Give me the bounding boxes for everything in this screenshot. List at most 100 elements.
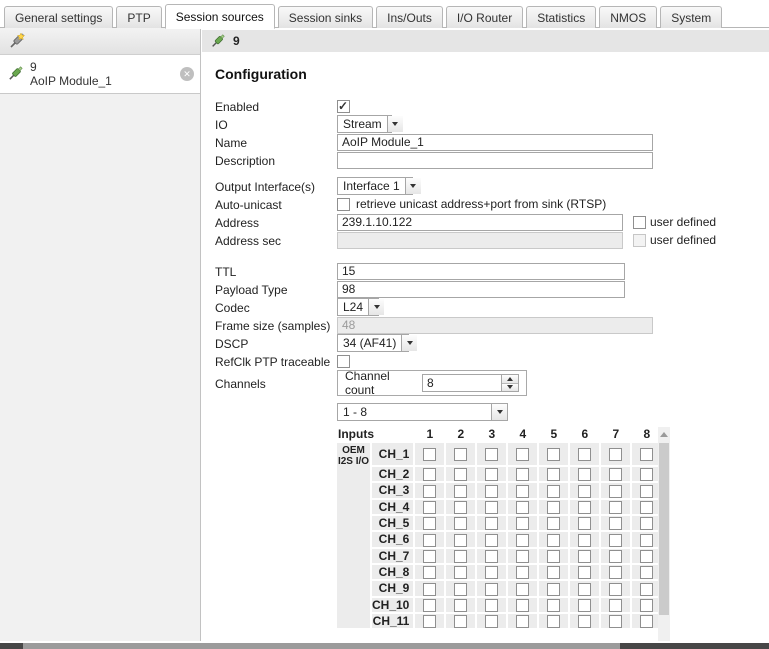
matrix-checkbox-ch_2-3[interactable] <box>485 468 498 481</box>
matrix-checkbox-ch_4-3[interactable] <box>485 501 498 514</box>
matrix-checkbox-ch_8-5[interactable] <box>547 566 560 579</box>
matrix-checkbox-ch_8-8[interactable] <box>640 566 653 579</box>
source-list-item[interactable]: 9 AoIP Module_1 ✕ <box>0 55 200 94</box>
matrix-checkbox-ch_11-7[interactable] <box>609 615 622 628</box>
matrix-checkbox-ch_4-2[interactable] <box>454 501 467 514</box>
matrix-checkbox-ch_7-3[interactable] <box>485 550 498 563</box>
matrix-checkbox-ch_3-5[interactable] <box>547 485 560 498</box>
matrix-checkbox-ch_7-4[interactable] <box>516 550 529 563</box>
payload-type-input[interactable]: 98 <box>337 281 625 298</box>
matrix-checkbox-ch_6-5[interactable] <box>547 534 560 547</box>
tab-ins-outs[interactable]: Ins/Outs <box>376 6 443 28</box>
matrix-checkbox-ch_1-3[interactable] <box>485 448 498 461</box>
matrix-checkbox-ch_4-8[interactable] <box>640 501 653 514</box>
scroll-up-icon[interactable] <box>658 427 670 441</box>
matrix-checkbox-ch_9-7[interactable] <box>609 583 622 596</box>
matrix-checkbox-ch_3-3[interactable] <box>485 485 498 498</box>
matrix-checkbox-ch_6-2[interactable] <box>454 534 467 547</box>
matrix-vertical-scrollbar[interactable] <box>658 427 670 641</box>
channel-count-input[interactable]: 8 <box>422 374 502 392</box>
matrix-checkbox-ch_5-2[interactable] <box>454 517 467 530</box>
matrix-checkbox-ch_5-7[interactable] <box>609 517 622 530</box>
matrix-checkbox-ch_5-3[interactable] <box>485 517 498 530</box>
matrix-checkbox-ch_7-1[interactable] <box>423 550 436 563</box>
refclk-checkbox[interactable] <box>337 355 350 368</box>
enabled-checkbox[interactable] <box>337 100 350 113</box>
matrix-checkbox-ch_8-1[interactable] <box>423 566 436 579</box>
description-input[interactable] <box>337 152 653 169</box>
matrix-checkbox-ch_7-2[interactable] <box>454 550 467 563</box>
matrix-checkbox-ch_6-8[interactable] <box>640 534 653 547</box>
matrix-checkbox-ch_4-4[interactable] <box>516 501 529 514</box>
matrix-checkbox-ch_9-4[interactable] <box>516 583 529 596</box>
matrix-checkbox-ch_4-6[interactable] <box>578 501 591 514</box>
add-source-button[interactable] <box>7 31 27 51</box>
matrix-checkbox-ch_3-8[interactable] <box>640 485 653 498</box>
matrix-checkbox-ch_10-8[interactable] <box>640 599 653 612</box>
matrix-checkbox-ch_1-1[interactable] <box>423 448 436 461</box>
matrix-checkbox-ch_1-8[interactable] <box>640 448 653 461</box>
matrix-checkbox-ch_10-4[interactable] <box>516 599 529 612</box>
matrix-checkbox-ch_9-3[interactable] <box>485 583 498 596</box>
matrix-checkbox-ch_11-1[interactable] <box>423 615 436 628</box>
matrix-checkbox-ch_8-7[interactable] <box>609 566 622 579</box>
matrix-checkbox-ch_9-8[interactable] <box>640 583 653 596</box>
matrix-checkbox-ch_8-4[interactable] <box>516 566 529 579</box>
address-input[interactable]: 239.1.10.122 <box>337 214 623 231</box>
matrix-checkbox-ch_2-7[interactable] <box>609 468 622 481</box>
matrix-checkbox-ch_5-6[interactable] <box>578 517 591 530</box>
matrix-checkbox-ch_5-1[interactable] <box>423 517 436 530</box>
tab-session-sinks[interactable]: Session sinks <box>278 6 373 28</box>
matrix-checkbox-ch_9-5[interactable] <box>547 583 560 596</box>
matrix-checkbox-ch_6-4[interactable] <box>516 534 529 547</box>
matrix-checkbox-ch_2-6[interactable] <box>578 468 591 481</box>
matrix-checkbox-ch_3-1[interactable] <box>423 485 436 498</box>
matrix-checkbox-ch_1-4[interactable] <box>516 448 529 461</box>
matrix-checkbox-ch_9-6[interactable] <box>578 583 591 596</box>
ttl-input[interactable]: 15 <box>337 263 625 280</box>
matrix-checkbox-ch_8-2[interactable] <box>454 566 467 579</box>
matrix-checkbox-ch_8-3[interactable] <box>485 566 498 579</box>
matrix-checkbox-ch_4-1[interactable] <box>423 501 436 514</box>
matrix-checkbox-ch_1-6[interactable] <box>578 448 591 461</box>
matrix-checkbox-ch_11-8[interactable] <box>640 615 653 628</box>
dscp-select[interactable]: 34 (AF41) <box>337 334 409 352</box>
matrix-checkbox-ch_6-6[interactable] <box>578 534 591 547</box>
matrix-checkbox-ch_7-6[interactable] <box>578 550 591 563</box>
matrix-checkbox-ch_10-3[interactable] <box>485 599 498 612</box>
auto-unicast-checkbox[interactable] <box>337 198 350 211</box>
address-user-defined-checkbox[interactable] <box>633 216 646 229</box>
name-input[interactable]: AoIP Module_1 <box>337 134 653 151</box>
matrix-checkbox-ch_8-6[interactable] <box>578 566 591 579</box>
matrix-checkbox-ch_6-3[interactable] <box>485 534 498 547</box>
matrix-checkbox-ch_6-1[interactable] <box>423 534 436 547</box>
matrix-checkbox-ch_11-2[interactable] <box>454 615 467 628</box>
matrix-checkbox-ch_11-5[interactable] <box>547 615 560 628</box>
matrix-checkbox-ch_7-7[interactable] <box>609 550 622 563</box>
spinner-up-button[interactable] <box>502 375 518 384</box>
matrix-checkbox-ch_11-3[interactable] <box>485 615 498 628</box>
matrix-checkbox-ch_1-2[interactable] <box>454 448 467 461</box>
tab-nmos[interactable]: NMOS <box>599 6 657 28</box>
matrix-checkbox-ch_3-4[interactable] <box>516 485 529 498</box>
matrix-checkbox-ch_10-2[interactable] <box>454 599 467 612</box>
matrix-checkbox-ch_3-7[interactable] <box>609 485 622 498</box>
matrix-checkbox-ch_3-6[interactable] <box>578 485 591 498</box>
matrix-checkbox-ch_2-4[interactable] <box>516 468 529 481</box>
matrix-checkbox-ch_11-4[interactable] <box>516 615 529 628</box>
matrix-checkbox-ch_7-5[interactable] <box>547 550 560 563</box>
tab-statistics[interactable]: Statistics <box>526 6 596 28</box>
matrix-checkbox-ch_2-8[interactable] <box>640 468 653 481</box>
matrix-checkbox-ch_11-6[interactable] <box>578 615 591 628</box>
matrix-checkbox-ch_4-5[interactable] <box>547 501 560 514</box>
matrix-checkbox-ch_7-8[interactable] <box>640 550 653 563</box>
matrix-checkbox-ch_9-2[interactable] <box>454 583 467 596</box>
tab-system[interactable]: System <box>660 6 722 28</box>
horizontal-scrollbar-thumb[interactable] <box>23 643 620 649</box>
matrix-checkbox-ch_3-2[interactable] <box>454 485 467 498</box>
scrollbar-thumb[interactable] <box>659 443 669 615</box>
matrix-checkbox-ch_9-1[interactable] <box>423 583 436 596</box>
tab-i-o-router[interactable]: I/O Router <box>446 6 523 28</box>
codec-select[interactable]: L24 <box>337 298 379 316</box>
matrix-checkbox-ch_5-8[interactable] <box>640 517 653 530</box>
